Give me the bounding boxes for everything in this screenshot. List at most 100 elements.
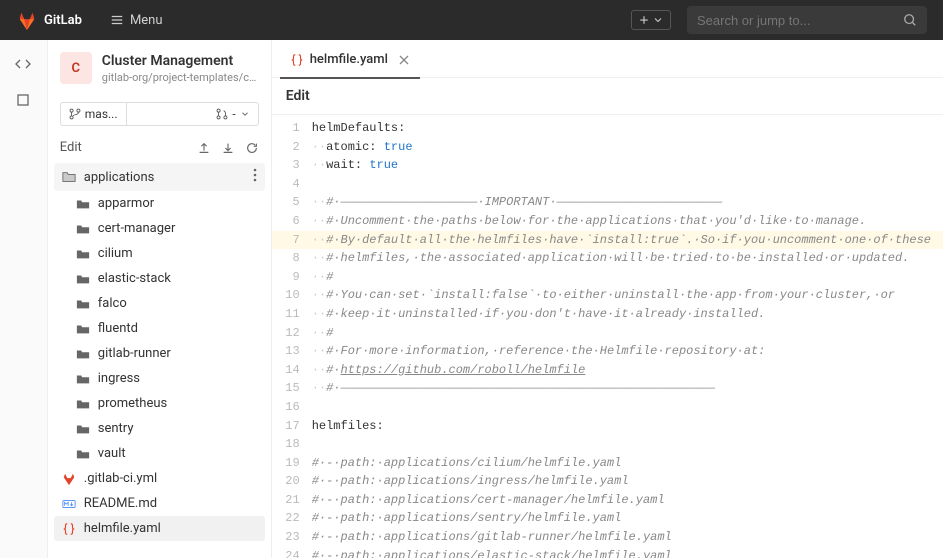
folder-sentry[interactable]: sentry [54, 416, 265, 441]
code-line[interactable]: 18 [272, 435, 943, 454]
folder-icon [76, 197, 90, 211]
folder-cert-manager[interactable]: cert-manager [54, 216, 265, 241]
code-line[interactable]: 4 [272, 175, 943, 194]
folder-label: fluentd [98, 321, 138, 336]
line-number: 19 [272, 454, 312, 473]
code-line[interactable]: 23#·-·path:·applications/gitlab-runner/h… [272, 528, 943, 547]
folder-cilium[interactable]: cilium [54, 241, 265, 266]
folder-icon [76, 222, 90, 236]
folder-label: vault [98, 446, 126, 461]
code-line[interactable]: 1helmDefaults: [272, 119, 943, 138]
folder-icon [76, 372, 90, 386]
code-line[interactable]: 15··#·——————————————————————————————————… [272, 379, 943, 398]
code-line[interactable]: 7··#·By·default·all·the·helmfiles·have·`… [272, 231, 943, 250]
code-line[interactable]: 10··#·You·can·set·`install:false`·to·eit… [272, 286, 943, 305]
code-line[interactable]: 9··# [272, 268, 943, 287]
gitlab-icon [16, 9, 38, 31]
code-line[interactable]: 16 [272, 398, 943, 417]
search-icon [903, 13, 917, 27]
code-line[interactable]: 3··wait: true [272, 156, 943, 175]
folder-menu[interactable] [253, 168, 257, 186]
line-number: 24 [272, 547, 312, 558]
code-line[interactable]: 13··#·For·more·information,·reference·th… [272, 342, 943, 361]
code-line[interactable]: 17helmfiles: [272, 417, 943, 436]
line-number: 20 [272, 472, 312, 491]
code-line[interactable]: 14··#·https://github.com/roboll/helmfile [272, 361, 943, 380]
folder-label: sentry [98, 421, 134, 436]
hamburger-icon [110, 13, 124, 27]
folder-applications[interactable]: applications [54, 163, 265, 191]
folder-vault[interactable]: vault [54, 441, 265, 466]
new-button[interactable] [631, 10, 671, 30]
branch-selector[interactable]: mas... [60, 102, 127, 126]
folder-fluentd[interactable]: fluentd [54, 316, 265, 341]
code-line[interactable]: 19#·-·path:·applications/cilium/helmfile… [272, 454, 943, 473]
code-line[interactable]: 6··#·Uncomment·the·paths·below·for·the·a… [272, 212, 943, 231]
line-content: ··wait: true [312, 156, 943, 175]
folder-open-icon [62, 170, 76, 184]
folder-icon [76, 272, 90, 286]
branch-name: mas... [85, 107, 118, 121]
line-content: ··#·Uncomment·the·paths·below·for·the·ap… [312, 212, 943, 231]
code-line[interactable]: 21#·-·path:·applications/cert-manager/he… [272, 491, 943, 510]
branch-chevron[interactable]: - [127, 102, 259, 126]
code-line[interactable]: 11··#·keep·it·uninstalled·if·you·don't·h… [272, 305, 943, 324]
line-number: 12 [272, 324, 312, 343]
tab-filename: helmfile.yaml [310, 52, 388, 67]
folder-prometheus[interactable]: prometheus [54, 391, 265, 416]
folder-elastic-stack[interactable]: elastic-stack [54, 266, 265, 291]
tab-helmfile[interactable]: helmfile.yaml [280, 41, 420, 79]
file-label: .gitlab-ci.yml [84, 471, 157, 486]
plus-icon [638, 14, 650, 26]
line-content: ··#·By·default·all·the·helmfiles·have·`i… [312, 231, 943, 250]
line-content: helmDefaults: [312, 119, 943, 138]
upload-icon[interactable] [197, 141, 211, 155]
gitlab-logo[interactable]: GitLab [16, 9, 82, 31]
line-number: 18 [272, 435, 312, 454]
code-line[interactable]: 5··#·———————————————————·IMPORTANT·—————… [272, 193, 943, 212]
line-number: 14 [272, 361, 312, 380]
folder-label: ingress [98, 371, 140, 386]
line-content [312, 435, 943, 454]
line-content [312, 175, 943, 194]
folder-gitlab-runner[interactable]: gitlab-runner [54, 341, 265, 366]
search-input[interactable] [697, 13, 903, 28]
code-line[interactable]: 8··#·helmfiles,·the·associated·applicati… [272, 249, 943, 268]
file-README-md[interactable]: README.md [54, 491, 265, 516]
code-line[interactable]: 12··# [272, 324, 943, 343]
chevron-down-icon [240, 109, 250, 119]
folder-apparmor[interactable]: apparmor [54, 191, 265, 216]
download-icon[interactable] [221, 141, 235, 155]
folder-icon [76, 322, 90, 336]
file-helmfile-yaml[interactable]: helmfile.yaml [54, 516, 265, 541]
project-title: Cluster Management [102, 52, 257, 70]
folder-label: prometheus [98, 396, 167, 411]
file--gitlab-ci-yml[interactable]: .gitlab-ci.yml [54, 466, 265, 491]
menu-button[interactable]: Menu [102, 9, 171, 32]
line-content: ··#·keep·it·uninstalled·if·you·don't·hav… [312, 305, 943, 324]
code-line[interactable]: 24#·-·path:·applications/elastic-stack/h… [272, 547, 943, 558]
folder-label: apparmor [98, 196, 154, 211]
line-content: #·-·path:·applications/gitlab-runner/hel… [312, 528, 943, 547]
refresh-icon[interactable] [245, 141, 259, 155]
line-content [312, 398, 943, 417]
line-number: 15 [272, 379, 312, 398]
code-editor[interactable]: 1helmDefaults:2··atomic: true3··wait: tr… [272, 115, 943, 558]
folder-icon [76, 247, 90, 261]
project-header[interactable]: C Cluster Management gitlab-org/project-… [48, 40, 271, 96]
folder-label: applications [84, 170, 155, 185]
square-icon[interactable] [15, 92, 31, 108]
code-line[interactable]: 22#·-·path:·applications/sentry/helmfile… [272, 509, 943, 528]
code-line[interactable]: 20#·-·path:·applications/ingress/helmfil… [272, 472, 943, 491]
project-avatar: C [60, 52, 92, 84]
line-number: 16 [272, 398, 312, 417]
code-line[interactable]: 2··atomic: true [272, 138, 943, 157]
line-content: ··#·————————————————————————————————————… [312, 379, 943, 398]
menu-label: Menu [130, 13, 163, 28]
braces-icon [62, 522, 76, 536]
folder-falco[interactable]: falco [54, 291, 265, 316]
close-icon[interactable] [398, 54, 410, 66]
search-box[interactable] [687, 6, 927, 34]
code-icon[interactable] [15, 56, 31, 72]
folder-ingress[interactable]: ingress [54, 366, 265, 391]
